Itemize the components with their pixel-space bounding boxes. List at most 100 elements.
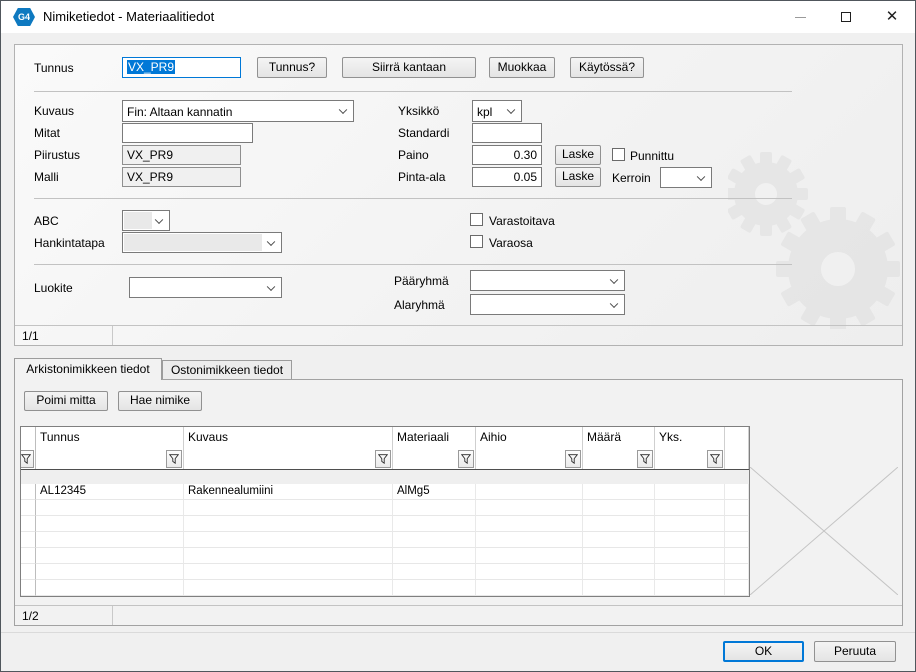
kaytossa-button[interactable]: Käytössä?	[570, 57, 644, 78]
hankintatapa-combobox[interactable]	[122, 232, 282, 253]
table-cell[interactable]	[583, 548, 655, 564]
paino-input[interactable]: 0.30	[472, 145, 542, 165]
table-cell[interactable]	[476, 548, 583, 564]
hae-nimike-button[interactable]: Hae nimike	[118, 391, 202, 411]
kerroin-combobox[interactable]	[660, 167, 712, 188]
table-cell[interactable]	[583, 500, 655, 516]
row-selector-cell[interactable]	[21, 532, 36, 548]
filter-cell-2[interactable]	[184, 448, 393, 469]
varastoitava-checkbox[interactable]	[470, 213, 483, 226]
filter-funnel-icon[interactable]	[637, 450, 653, 468]
column-header-5[interactable]: Määrä	[583, 427, 655, 448]
row-selector-cell[interactable]	[21, 516, 36, 532]
column-header-4[interactable]: Aihio	[476, 427, 583, 448]
table-cell[interactable]	[655, 548, 725, 564]
table-cell[interactable]	[583, 564, 655, 580]
yksikko-combobox[interactable]: kpl	[472, 100, 522, 122]
mitat-input[interactable]	[122, 123, 253, 143]
row-selector-cell[interactable]	[21, 500, 36, 516]
filter-cell-3[interactable]	[393, 448, 476, 469]
table-cell[interactable]	[184, 564, 393, 580]
table-cell[interactable]	[393, 500, 476, 516]
tunnus-input[interactable]: VX_PR9	[122, 57, 241, 78]
table-cell[interactable]	[476, 500, 583, 516]
table-cell[interactable]	[393, 548, 476, 564]
table-cell[interactable]	[393, 516, 476, 532]
muokkaa-button[interactable]: Muokkaa	[489, 57, 555, 78]
filter-cell-selector[interactable]	[21, 448, 36, 469]
tab-ostonimikkeen-tiedot[interactable]: Ostonimikkeen tiedot	[162, 360, 292, 379]
row-selector-cell[interactable]	[21, 564, 36, 580]
table-cell[interactable]	[184, 532, 393, 548]
table-cell[interactable]: Rakennealumiini	[184, 484, 393, 500]
punnittu-checkbox[interactable]	[612, 148, 625, 161]
pinta-ala-input[interactable]: 0.05	[472, 167, 542, 187]
tab-arkistonimikkeen-tiedot[interactable]: Arkistonimikkeen tiedot	[14, 358, 162, 380]
tunnus-query-button[interactable]: Tunnus?	[257, 57, 327, 78]
filter-funnel-icon[interactable]	[707, 450, 723, 468]
minimize-button[interactable]	[777, 2, 823, 32]
table-cell[interactable]	[476, 516, 583, 532]
table-cell[interactable]: AlMg5	[393, 484, 476, 500]
table-cell[interactable]	[36, 500, 184, 516]
table-cell[interactable]	[36, 564, 184, 580]
table-cell[interactable]	[393, 532, 476, 548]
table-cell[interactable]	[184, 500, 393, 516]
column-header-1[interactable]: Tunnus	[36, 427, 184, 448]
table-cell[interactable]	[184, 580, 393, 596]
table-cell[interactable]	[476, 580, 583, 596]
table-cell[interactable]	[36, 532, 184, 548]
row-selector-cell[interactable]	[21, 548, 36, 564]
table-cell[interactable]	[655, 532, 725, 548]
table-cell[interactable]	[655, 580, 725, 596]
column-header-3[interactable]: Materiaali	[393, 427, 476, 448]
table-cell[interactable]	[36, 516, 184, 532]
table-cell[interactable]	[655, 564, 725, 580]
filter-cell-5[interactable]	[583, 448, 655, 469]
table-cell[interactable]	[655, 516, 725, 532]
paaryhma-combobox[interactable]	[470, 270, 625, 291]
filter-funnel-icon[interactable]	[458, 450, 474, 468]
table-cell[interactable]	[655, 484, 725, 500]
table-cell[interactable]	[476, 564, 583, 580]
column-header-2[interactable]: Kuvaus	[184, 427, 393, 448]
table-cell[interactable]: AL12345	[36, 484, 184, 500]
laske-paino-button[interactable]: Laske	[555, 145, 601, 165]
maximize-button[interactable]	[823, 2, 869, 32]
ok-button[interactable]: OK	[723, 641, 804, 662]
cancel-button[interactable]: Peruuta	[814, 641, 896, 662]
table-cell[interactable]	[36, 580, 184, 596]
filter-cell-4[interactable]	[476, 448, 583, 469]
standardi-input[interactable]	[472, 123, 542, 143]
varaosa-checkbox[interactable]	[470, 235, 483, 248]
luokite-combobox[interactable]	[129, 277, 282, 298]
filter-funnel-icon[interactable]	[565, 450, 581, 468]
close-button[interactable]: ✕	[869, 2, 915, 32]
table-cell[interactable]	[184, 548, 393, 564]
filter-cell-1[interactable]	[36, 448, 184, 469]
filter-cell-filler[interactable]	[725, 448, 749, 469]
table-cell[interactable]	[184, 516, 393, 532]
poimi-mitta-button[interactable]: Poimi mitta	[24, 391, 108, 411]
table-cell[interactable]	[393, 580, 476, 596]
table-cell[interactable]	[393, 564, 476, 580]
kuvaus-combobox[interactable]: Fin: Altaan kannatin	[122, 100, 354, 122]
laske-pinta-ala-button[interactable]: Laske	[555, 167, 601, 187]
filter-funnel-icon[interactable]	[166, 450, 182, 468]
table-cell[interactable]	[36, 548, 184, 564]
table-cell[interactable]	[583, 516, 655, 532]
row-selector-cell[interactable]	[21, 484, 36, 500]
row-selector-cell[interactable]	[21, 580, 36, 596]
filter-cell-6[interactable]	[655, 448, 725, 469]
table-cell[interactable]	[583, 580, 655, 596]
table-cell[interactable]	[655, 500, 725, 516]
table-cell[interactable]	[476, 532, 583, 548]
siirra-kantaan-button[interactable]: Siirrä kantaan	[342, 57, 476, 78]
column-header-6[interactable]: Yks.	[655, 427, 725, 448]
abc-combobox[interactable]	[122, 210, 170, 231]
filter-funnel-icon[interactable]	[21, 450, 34, 468]
filter-funnel-icon[interactable]	[375, 450, 391, 468]
table-cell[interactable]	[476, 484, 583, 500]
alaryhma-combobox[interactable]	[470, 294, 625, 315]
table-cell[interactable]	[583, 484, 655, 500]
